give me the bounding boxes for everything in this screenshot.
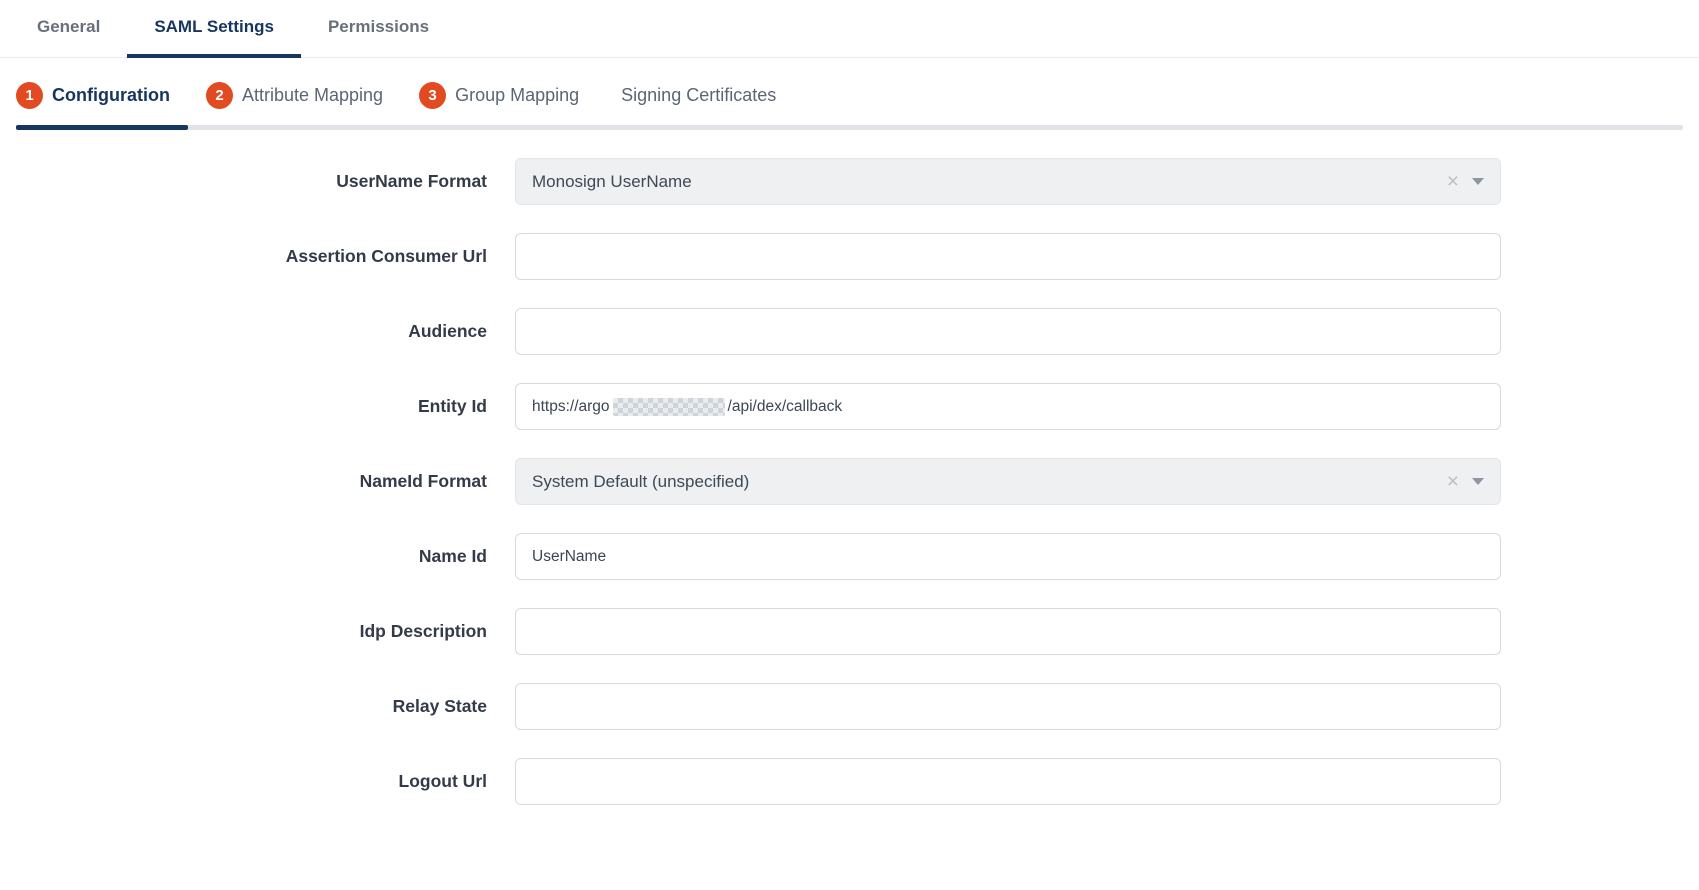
field-label: Idp Description [0,621,515,642]
field-label: Logout Url [0,771,515,792]
audience-input[interactable] [515,308,1501,355]
tab-general[interactable]: General [10,0,127,58]
form-row: Relay State [0,683,1699,730]
username-format-select[interactable]: Monosign UserName × [515,158,1501,205]
step-progress-fill [16,125,188,130]
chevron-down-icon[interactable] [1472,178,1484,185]
form-row: Name Id [0,533,1699,580]
select-value: System Default (unspecified) [532,472,1447,492]
field-label: Entity Id [0,396,515,417]
step-nav: 1 Configuration 2 Attribute Mapping 3 Gr… [0,82,1699,109]
step-number-badge: 3 [419,82,446,109]
step-label: Signing Certificates [621,85,776,106]
clear-icon[interactable]: × [1447,471,1459,492]
step-progress-track [16,125,1683,130]
redacted-text-block [613,398,725,416]
form-row: Entity Id https://argo /api/dex/callback [0,383,1699,430]
form-row: Logout Url [0,758,1699,805]
relay-state-input[interactable] [515,683,1501,730]
form-row: Audience [0,308,1699,355]
form-row: UserName Format Monosign UserName × [0,158,1699,205]
entity-id-suffix: /api/dex/callback [728,398,843,416]
step-label: Attribute Mapping [242,85,383,106]
form-row: Assertion Consumer Url [0,233,1699,280]
saml-configuration-form: UserName Format Monosign UserName × Asse… [0,158,1699,805]
name-id-input[interactable] [515,533,1501,580]
step-number-badge: 1 [16,82,43,109]
step-signing-certificates[interactable]: Signing Certificates [621,85,776,106]
step-attribute-mapping[interactable]: 2 Attribute Mapping [206,82,383,109]
tab-permissions[interactable]: Permissions [301,0,456,58]
field-label: Name Id [0,546,515,567]
field-label: Relay State [0,696,515,717]
form-row: Idp Description [0,608,1699,655]
nameid-format-select[interactable]: System Default (unspecified) × [515,458,1501,505]
step-label: Configuration [52,85,170,106]
idp-description-input[interactable] [515,608,1501,655]
field-label: NameId Format [0,471,515,492]
form-row: NameId Format System Default (unspecifie… [0,458,1699,505]
tab-saml-settings[interactable]: SAML Settings [127,0,301,58]
chevron-down-icon[interactable] [1472,478,1484,485]
field-label: UserName Format [0,171,515,192]
select-value: Monosign UserName [532,172,1447,192]
field-label: Assertion Consumer Url [0,246,515,267]
entity-id-input[interactable]: https://argo /api/dex/callback [515,383,1501,430]
logout-url-input[interactable] [515,758,1501,805]
entity-id-prefix: https://argo [532,398,610,416]
step-configuration[interactable]: 1 Configuration [16,82,170,109]
step-number-badge: 2 [206,82,233,109]
step-label: Group Mapping [455,85,579,106]
assertion-consumer-url-input[interactable] [515,233,1501,280]
step-group-mapping[interactable]: 3 Group Mapping [419,82,579,109]
clear-icon[interactable]: × [1447,171,1459,192]
tab-bar: General SAML Settings Permissions [0,0,1699,58]
field-label: Audience [0,321,515,342]
